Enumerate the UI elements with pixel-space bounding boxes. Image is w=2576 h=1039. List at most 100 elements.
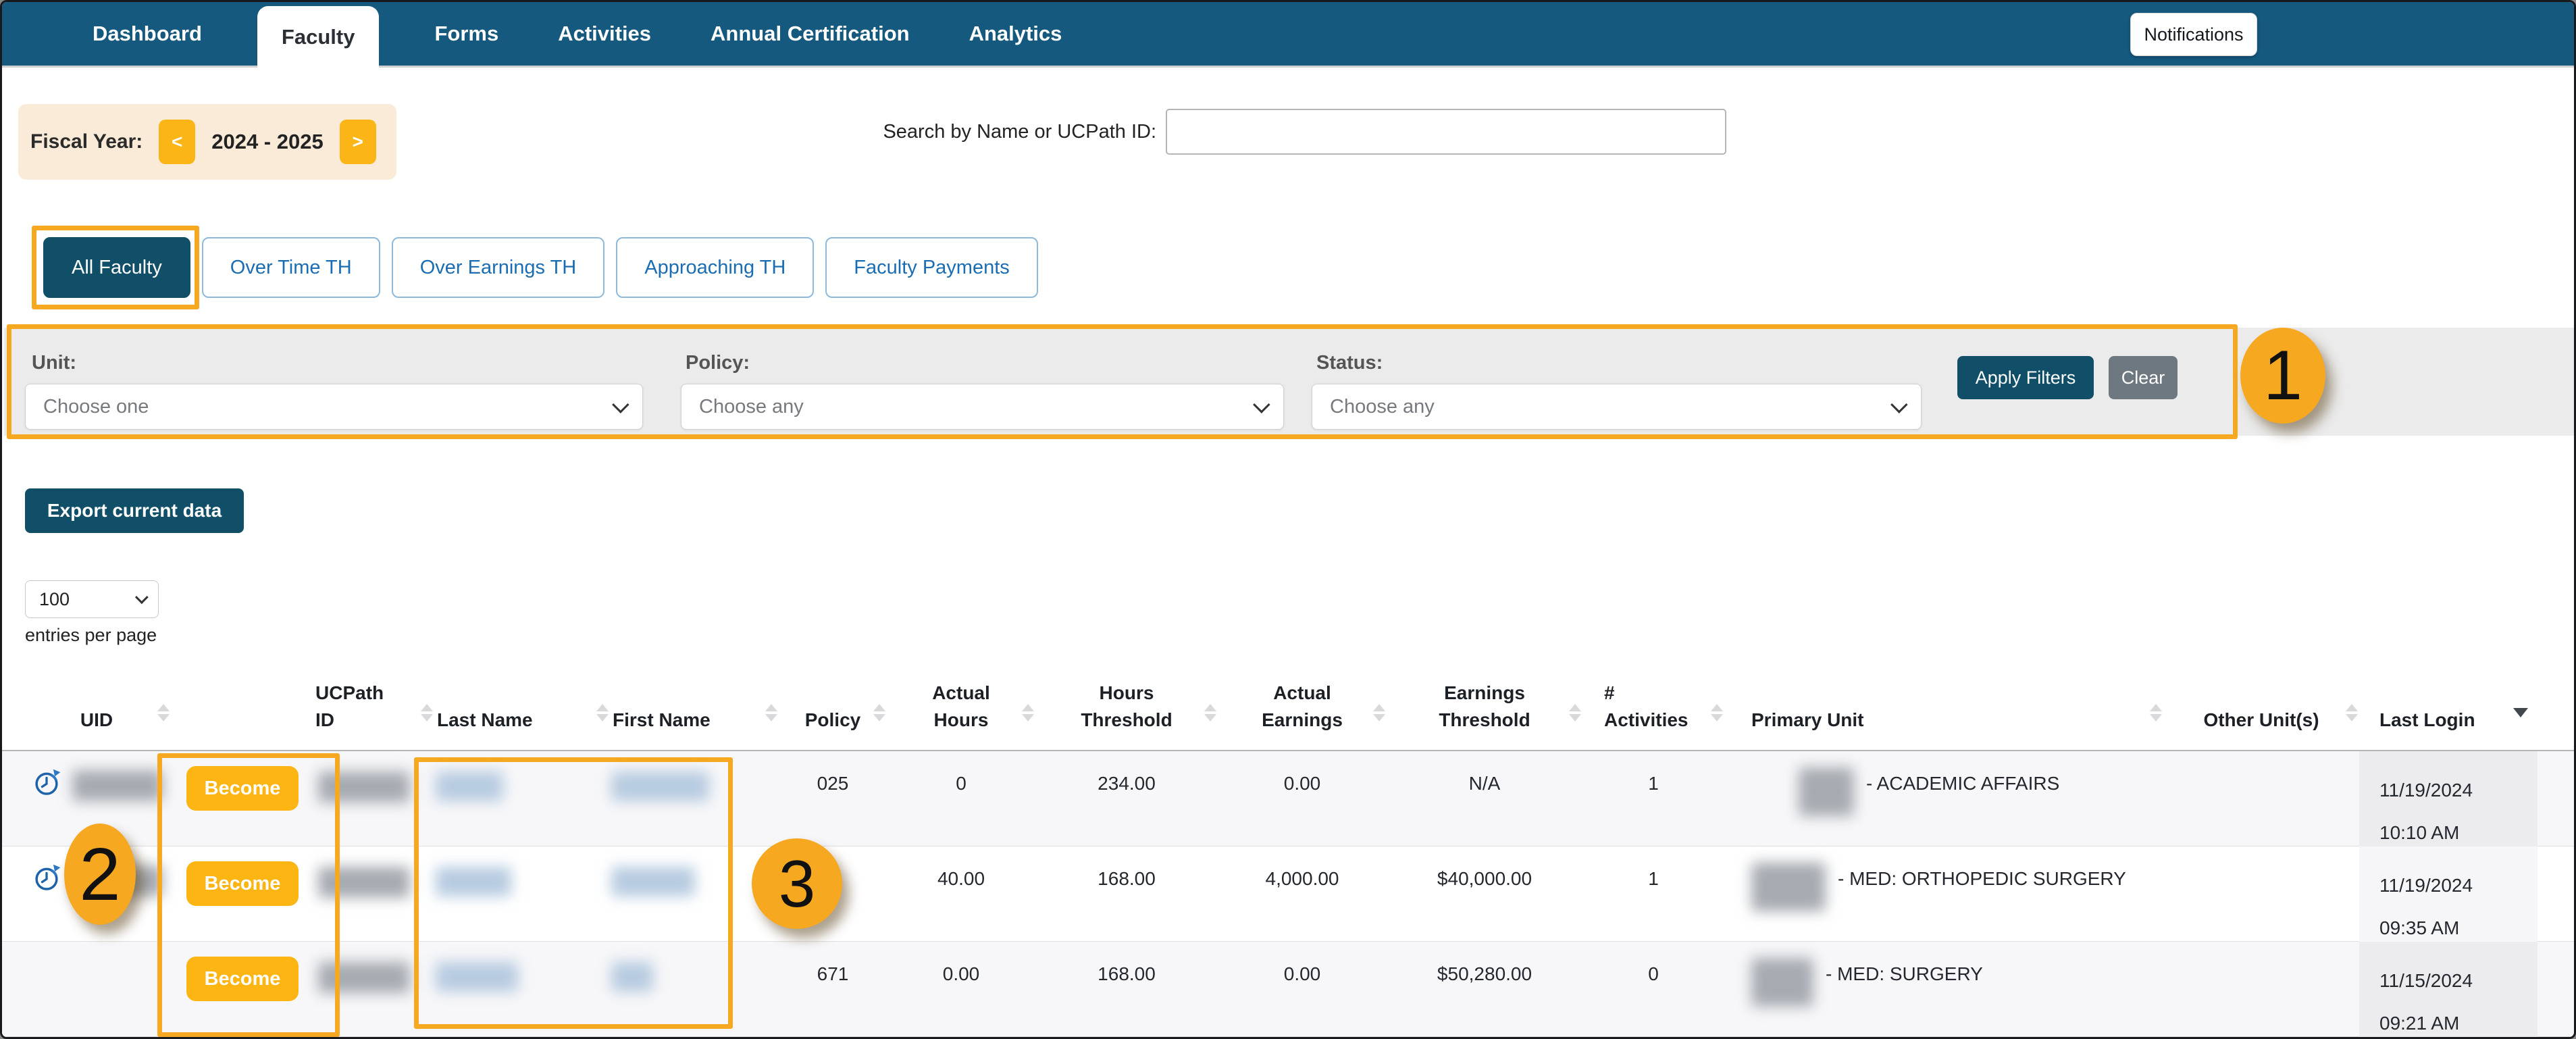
- sort-asc-icon: [1711, 704, 1723, 711]
- redacted-first-name-link[interactable]: [611, 962, 653, 992]
- become-button[interactable]: Become: [186, 861, 299, 906]
- sort-toggle-icon[interactable]: [596, 704, 609, 721]
- filter-tab-faculty-payments[interactable]: Faculty Payments: [825, 237, 1037, 298]
- nav-tab-dashboard[interactable]: Dashboard: [93, 22, 202, 46]
- redacted-ucpath-id: [318, 962, 410, 993]
- redacted-unit-code: [1799, 767, 1854, 816]
- column-header-first-name[interactable]: First Name: [610, 659, 779, 750]
- column-header-policy[interactable]: Policy: [779, 659, 887, 750]
- nav-tab-activities[interactable]: Activities: [558, 22, 651, 46]
- column-header-activities[interactable]: #Activities: [1582, 659, 1724, 750]
- last-login-date: 11/19/2024: [2379, 769, 2538, 811]
- redacted-first-name-link[interactable]: [611, 771, 709, 801]
- column-header-primary-unit[interactable]: Primary Unit: [1724, 659, 2163, 750]
- sort-asc-icon: [765, 704, 777, 711]
- sort-toggle-icon[interactable]: [157, 704, 170, 721]
- column-header-uid[interactable]: UID: [22, 659, 171, 750]
- sort-desc-icon: [596, 714, 609, 721]
- cell-other-units: [2163, 751, 2359, 846]
- column-header-last-login[interactable]: Last Login: [2359, 659, 2538, 750]
- last-login-time: 09:21 AM: [2379, 1002, 2538, 1039]
- unit-select[interactable]: Choose one: [25, 384, 643, 430]
- page-size-select[interactable]: 100: [25, 580, 159, 618]
- sort-toggle-icon[interactable]: [1711, 704, 1723, 721]
- sort-desc-icon: [421, 714, 433, 721]
- become-button[interactable]: Become: [186, 957, 299, 1001]
- filter-tab-approaching-th[interactable]: Approaching TH: [616, 237, 814, 298]
- cell-actual-hours: 0: [887, 751, 1035, 846]
- sort-active-desc-icon[interactable]: [2513, 708, 2528, 717]
- column-header-actual-earnings[interactable]: ActualEarnings: [1218, 659, 1387, 750]
- redacted-uid: [72, 865, 163, 896]
- cell-other-units: [2163, 942, 2359, 1036]
- primary-unit-text: - ACADEMIC AFFAIRS: [1866, 770, 2059, 794]
- sort-desc-icon: [1022, 714, 1034, 721]
- faculty-table: UIDUCPathIDLast NameFirst NamePolicyActu…: [2, 659, 2576, 1037]
- policy-select-value: Choose any: [699, 396, 804, 418]
- nav-tab-annual-certification[interactable]: Annual Certification: [711, 22, 910, 46]
- column-header-other-units[interactable]: Other Unit(s): [2163, 659, 2359, 750]
- cell-first-name: [610, 751, 779, 846]
- status-select[interactable]: Choose any: [1312, 384, 1922, 430]
- sort-asc-icon: [1373, 704, 1385, 711]
- redacted-ucpath-id: [318, 867, 410, 898]
- chevron-down-icon: [1890, 396, 1907, 413]
- redacted-last-name-link[interactable]: [436, 771, 503, 801]
- redacted-last-name-link[interactable]: [436, 962, 518, 992]
- column-header-last-name[interactable]: Last Name: [434, 659, 610, 750]
- sort-toggle-icon[interactable]: [1022, 704, 1034, 721]
- sort-toggle-icon[interactable]: [2150, 704, 2162, 721]
- filter-tab-over-time-th[interactable]: Over Time TH: [202, 237, 380, 298]
- sort-toggle-icon[interactable]: [765, 704, 777, 721]
- fiscal-year-prev-button[interactable]: <: [159, 120, 195, 164]
- redacted-first-name-link[interactable]: [611, 867, 695, 896]
- history-clock-icon[interactable]: [32, 767, 61, 797]
- sort-asc-icon: [1022, 704, 1034, 711]
- sort-toggle-icon[interactable]: [1569, 704, 1581, 721]
- nav-tab-analytics[interactable]: Analytics: [969, 22, 1062, 46]
- filter-tab-all-faculty[interactable]: All Faculty: [43, 237, 190, 298]
- sort-asc-icon: [1204, 704, 1216, 711]
- apply-filters-button[interactable]: Apply Filters: [1957, 356, 2094, 399]
- sort-desc-icon: [2150, 714, 2162, 721]
- sort-toggle-icon[interactable]: [1373, 704, 1385, 721]
- policy-select[interactable]: Choose any: [681, 384, 1284, 430]
- chevron-down-icon: [135, 590, 149, 604]
- export-current-data-button[interactable]: Export current data: [25, 488, 244, 533]
- search-input[interactable]: [1166, 109, 1726, 155]
- sort-toggle-icon[interactable]: [873, 704, 885, 721]
- column-header-ucpath[interactable]: UCPathID: [313, 659, 434, 750]
- sort-toggle-icon[interactable]: [2346, 704, 2358, 721]
- sort-toggle-icon[interactable]: [1204, 704, 1216, 721]
- sort-desc-icon: [1711, 714, 1723, 721]
- column-header-hours-threshold[interactable]: HoursThreshold: [1035, 659, 1218, 750]
- cell-uid: [22, 751, 171, 846]
- notifications-button[interactable]: Notifications: [2130, 13, 2257, 56]
- nav-tab-faculty[interactable]: Faculty: [257, 6, 380, 68]
- column-header-actual-hours[interactable]: ActualHours: [887, 659, 1035, 750]
- entries-per-page-label: entries per page: [25, 625, 157, 646]
- last-login-date: 11/15/2024: [2379, 959, 2538, 1002]
- cell-last-login: 11/19/202410:10 AM: [2359, 751, 2538, 846]
- table-header-row: UIDUCPathIDLast NameFirst NamePolicyActu…: [2, 659, 2576, 751]
- fiscal-year-next-button[interactable]: >: [340, 120, 376, 164]
- clear-filters-button[interactable]: Clear: [2109, 356, 2178, 399]
- cell-activities: 1: [1582, 846, 1724, 941]
- filter-tab-over-earnings-th[interactable]: Over Earnings TH: [392, 237, 605, 298]
- redacted-unit-code: [1751, 863, 1826, 911]
- cell-uid: [22, 846, 171, 941]
- nav-items: Dashboard Faculty Forms Activities Annual Ce…: [93, 2, 1062, 66]
- cell-earnings-threshold: $40,000.00: [1387, 846, 1582, 941]
- column-header-earnings-threshold[interactable]: EarningsThreshold: [1387, 659, 1582, 750]
- cell-primary-unit: - MED: SURGERY: [1724, 942, 2163, 1036]
- nav-tab-forms[interactable]: Forms: [434, 22, 498, 46]
- column-header-action: [171, 659, 313, 750]
- redacted-unit-code: [1751, 958, 1813, 1007]
- become-button[interactable]: Become: [186, 766, 299, 811]
- redacted-uid: [72, 770, 163, 801]
- last-login-date: 11/19/2024: [2379, 864, 2538, 907]
- redacted-last-name-link[interactable]: [436, 867, 511, 896]
- sorted-descending-icon: [2513, 708, 2528, 717]
- sort-toggle-icon[interactable]: [421, 704, 433, 721]
- history-clock-icon[interactable]: [32, 863, 61, 892]
